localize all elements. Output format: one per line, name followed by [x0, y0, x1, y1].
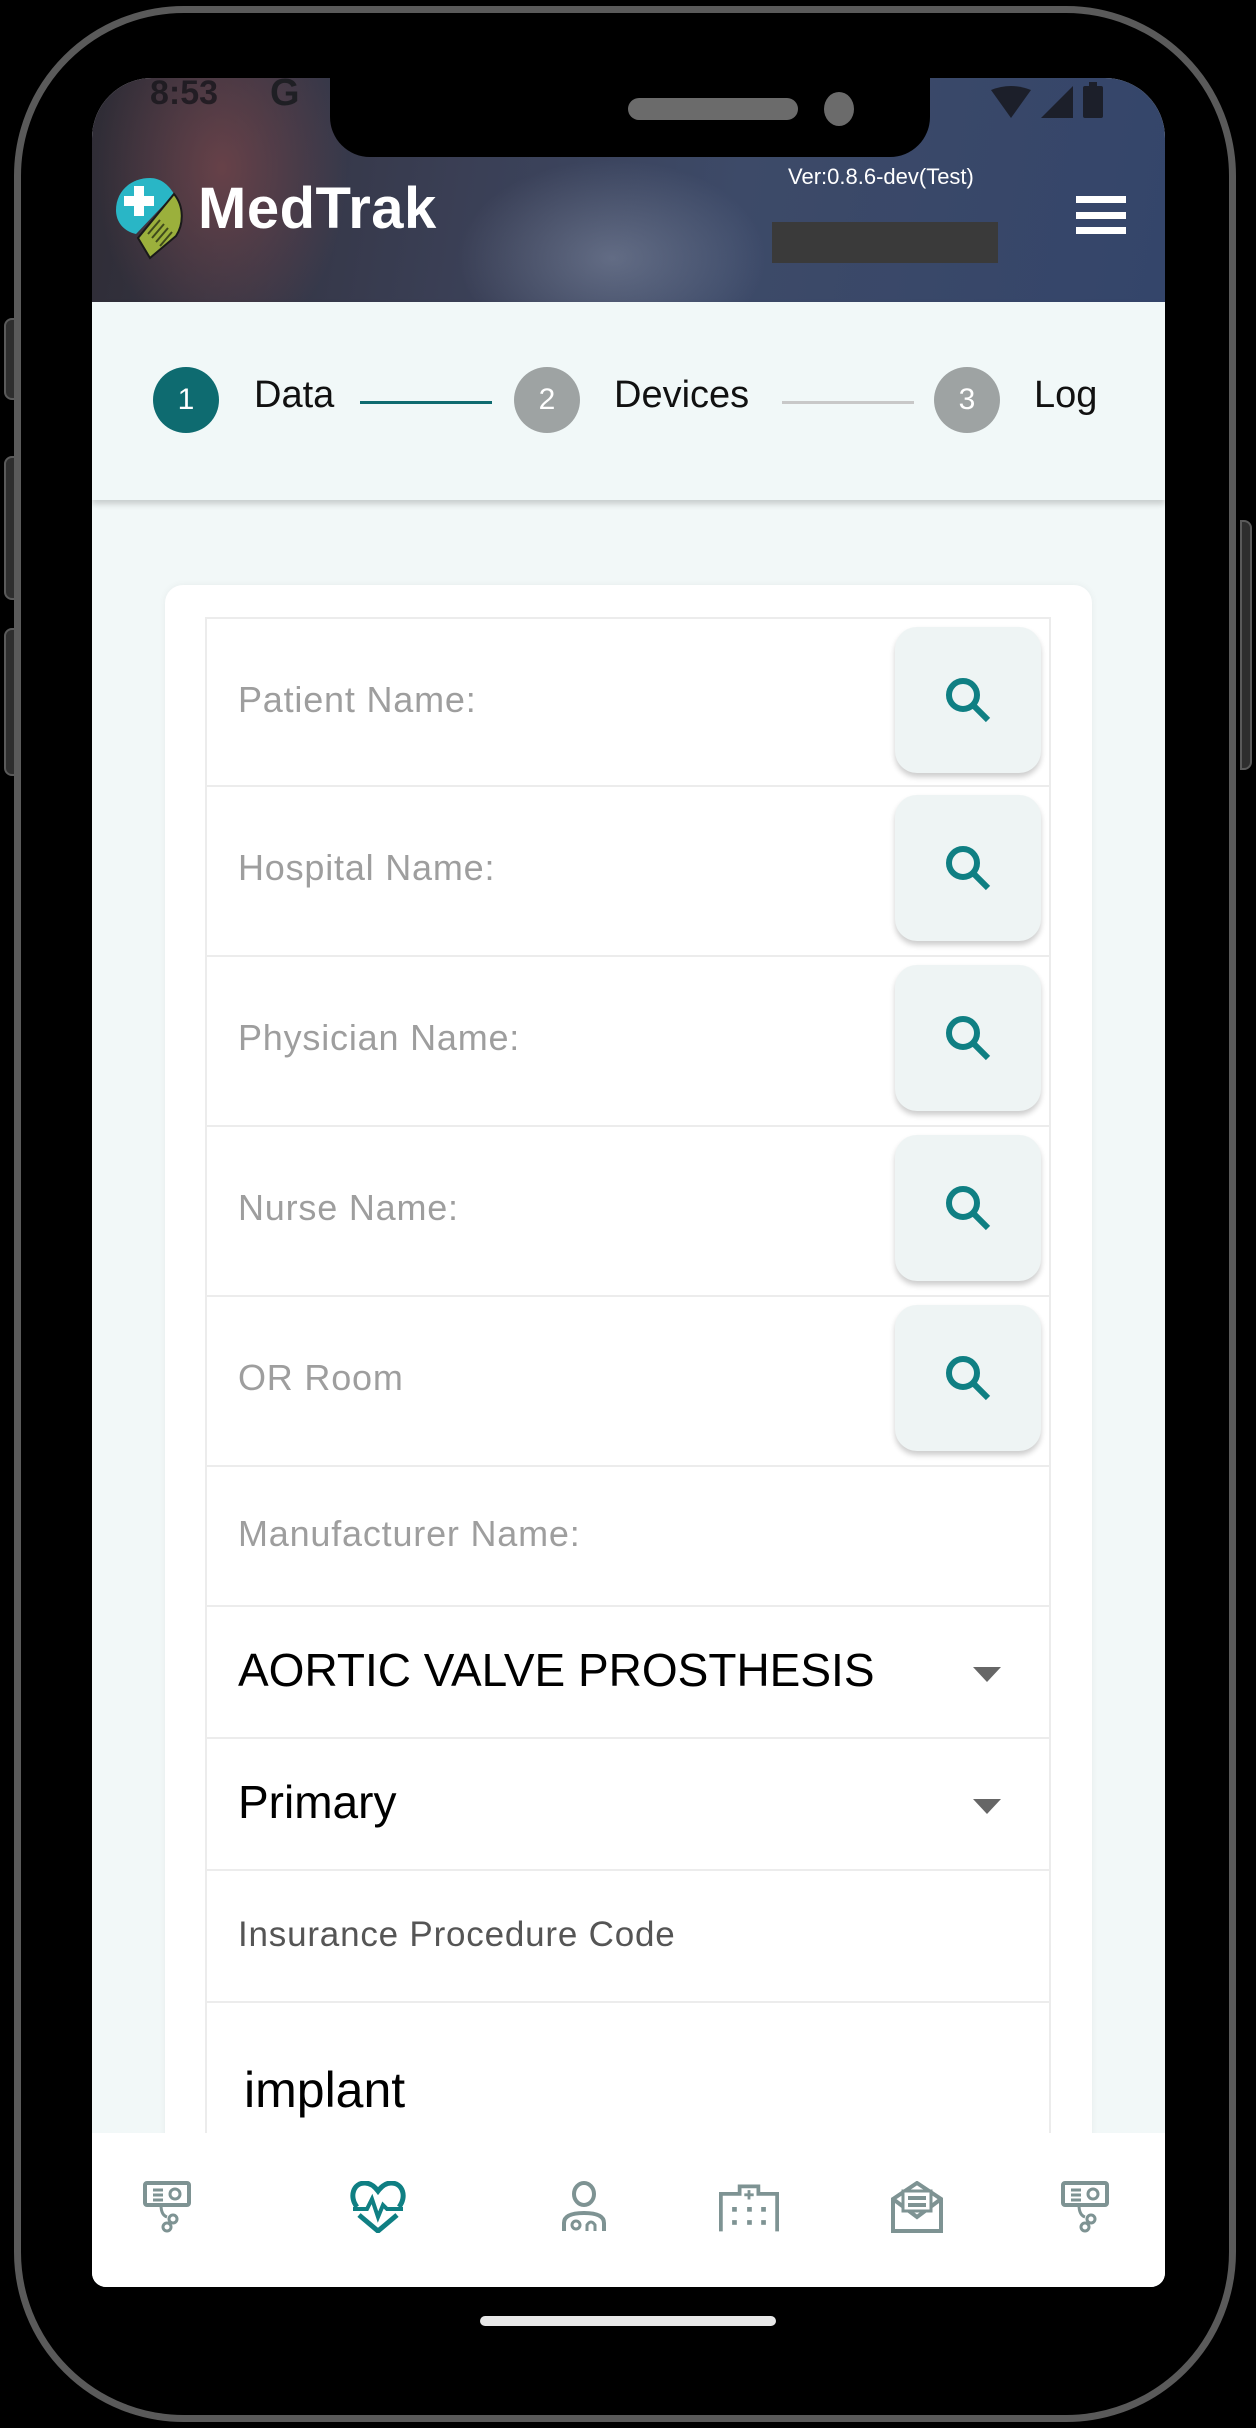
- chevron-down-icon: [973, 1667, 1001, 1682]
- procedure-type-value: implant: [244, 2062, 406, 2118]
- nav-item-devices[interactable]: [138, 2177, 198, 2237]
- menu-bar: [1076, 196, 1126, 203]
- search-icon: [946, 1186, 991, 1231]
- patient-name-field[interactable]: Patient Name:: [205, 617, 1051, 787]
- signal-icon: [1041, 86, 1073, 118]
- app-brand-title: MedTrak: [198, 176, 437, 241]
- step-3-label[interactable]: Log: [1034, 374, 1097, 417]
- hamburger-menu-icon[interactable]: [1076, 196, 1126, 234]
- nav-item-hospital[interactable]: [719, 2177, 779, 2237]
- step-number: 3: [958, 383, 976, 416]
- search-icon: [946, 1016, 991, 1061]
- step-1-indicator[interactable]: 1: [153, 367, 219, 433]
- device-type-value: AORTIC VALVE PROSTHESIS: [238, 1644, 875, 1696]
- physician-search-button[interactable]: [895, 965, 1041, 1111]
- search-icon: [946, 846, 991, 891]
- manufacturer-name-placeholder: Manufacturer Name:: [238, 1513, 581, 1554]
- hospital-name-placeholder: Hospital Name:: [238, 847, 496, 888]
- step-3-indicator[interactable]: 3: [934, 367, 1000, 433]
- priority-value: Primary: [238, 1776, 397, 1828]
- nurse-name-field[interactable]: Nurse Name:: [205, 1127, 1051, 1297]
- step-2-indicator[interactable]: 2: [514, 367, 580, 433]
- nav-item-physician[interactable]: [554, 2177, 614, 2237]
- priority-select[interactable]: Primary: [205, 1739, 1051, 1871]
- medtrak-logo-icon: [116, 178, 183, 260]
- patient-name-placeholder: Patient Name:: [238, 679, 477, 720]
- status-icons: [991, 82, 1103, 118]
- or-room-search-button[interactable]: [895, 1305, 1041, 1451]
- hospital-name-field[interactable]: Hospital Name:: [205, 787, 1051, 957]
- step-number: 1: [177, 383, 195, 416]
- app-screen: 8:53 G MedTrak Ver:0.8.6-dev(Test) 1 Dat…: [92, 78, 1165, 2287]
- step-connector: [360, 401, 492, 404]
- device-type-select[interactable]: AORTIC VALVE PROSTHESIS: [205, 1607, 1051, 1739]
- device-monitor-icon: [143, 2181, 191, 2233]
- or-room-placeholder: OR Room: [238, 1357, 404, 1398]
- battery-icon: [1083, 82, 1103, 118]
- redacted-block: [772, 222, 998, 263]
- manufacturer-name-field[interactable]: Manufacturer Name:: [205, 1467, 1051, 1607]
- search-icon: [946, 678, 991, 723]
- nav-item-messages[interactable]: [887, 2177, 947, 2237]
- doctor-icon: [562, 2181, 606, 2231]
- heart-pulse-icon: [350, 2181, 406, 2233]
- home-indicator[interactable]: [480, 2316, 776, 2326]
- menu-bar: [1076, 227, 1126, 234]
- status-time: 8:53: [150, 78, 219, 112]
- phone-notch: [330, 78, 930, 157]
- progress-stepper: 1 Data 2 Devices 3 Log: [92, 302, 1165, 500]
- hospital-icon: [719, 2184, 779, 2232]
- search-icon: [946, 1356, 991, 1401]
- nav-item-procedure[interactable]: [348, 2177, 408, 2237]
- nurse-name-placeholder: Nurse Name:: [238, 1187, 459, 1228]
- wifi-icon: [991, 86, 1031, 118]
- or-room-field[interactable]: OR Room: [205, 1297, 1051, 1467]
- google-g-icon: G: [270, 78, 300, 114]
- patient-search-button[interactable]: [895, 627, 1041, 773]
- phone-power-button: [1240, 520, 1252, 770]
- insurance-procedure-code-field[interactable]: Insurance Procedure Code: [205, 1871, 1051, 2003]
- step-2-label[interactable]: Devices: [614, 374, 749, 417]
- nurse-search-button[interactable]: [895, 1135, 1041, 1281]
- device-monitor-icon: [1061, 2181, 1109, 2233]
- open-mail-icon: [891, 2181, 943, 2233]
- physician-name-placeholder: Physician Name:: [238, 1017, 521, 1058]
- app-header: 8:53 G MedTrak Ver:0.8.6-dev(Test): [92, 78, 1165, 302]
- physician-name-field[interactable]: Physician Name:: [205, 957, 1051, 1127]
- bottom-navigation: [92, 2133, 1165, 2287]
- hospital-search-button[interactable]: [895, 795, 1041, 941]
- step-1-label[interactable]: Data: [254, 374, 334, 417]
- phone-side-button: [4, 456, 16, 600]
- phone-side-button: [4, 628, 16, 776]
- nav-item-devices-secondary[interactable]: [1056, 2177, 1116, 2237]
- front-camera: [824, 92, 854, 126]
- step-number: 2: [538, 383, 556, 416]
- chevron-down-icon: [973, 1799, 1001, 1814]
- insurance-procedure-code-label: Insurance Procedure Code: [238, 1915, 676, 1954]
- phone-side-button: [4, 318, 16, 400]
- procedure-form-card: Patient Name: Hospital Name: Physician N…: [165, 585, 1092, 2287]
- speaker-grille: [628, 98, 798, 120]
- menu-bar: [1076, 211, 1126, 219]
- step-connector: [782, 401, 914, 404]
- app-version: Ver:0.8.6-dev(Test): [788, 164, 974, 189]
